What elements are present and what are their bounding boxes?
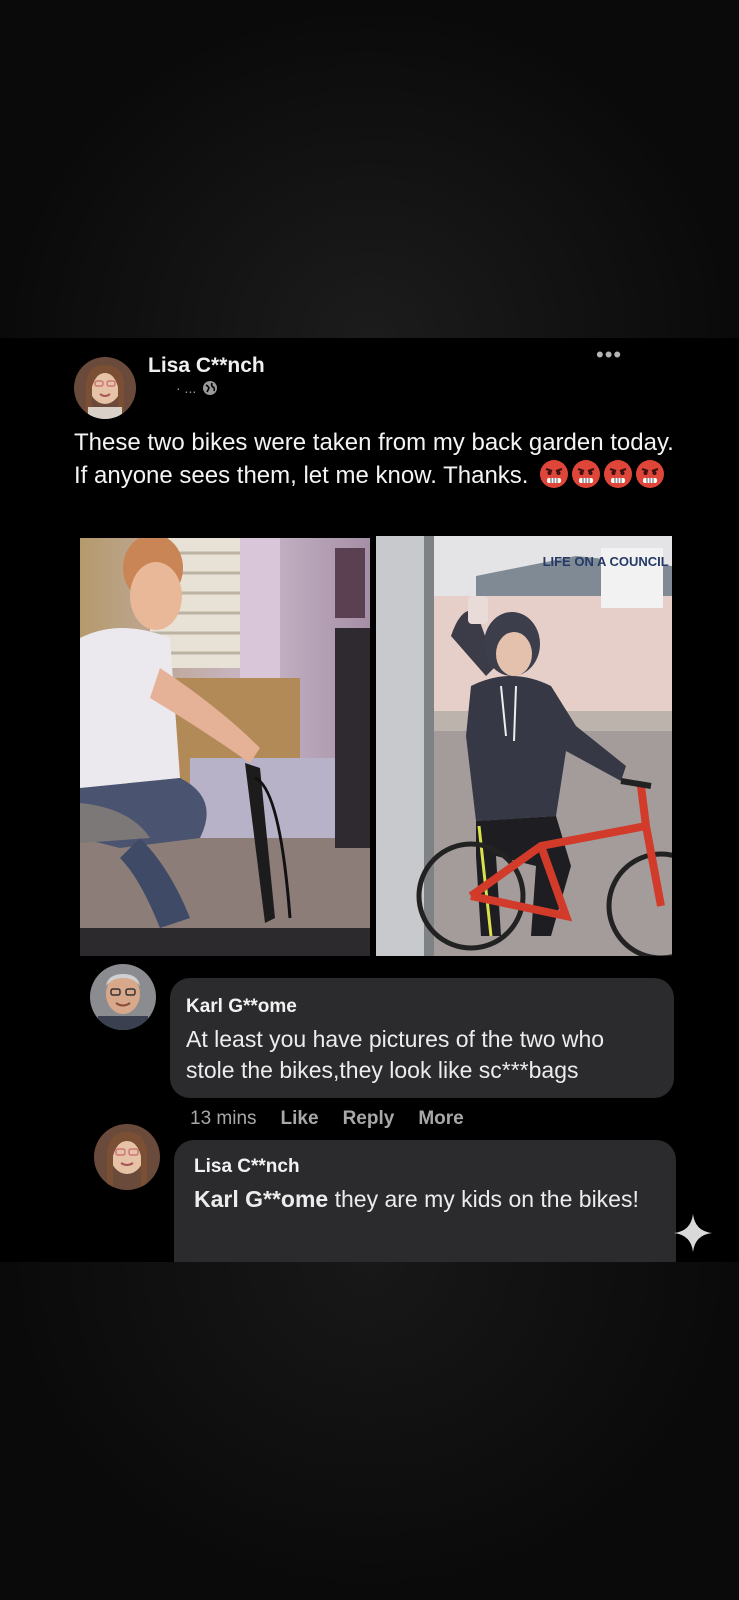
reply-text: Karl G**ome they are my kids on the bike…	[194, 1184, 654, 1215]
angry-face-icon	[604, 460, 633, 488]
angry-face-icon	[572, 460, 601, 488]
reply-avatar[interactable]	[94, 1124, 160, 1190]
watermark-text: LIFE ON A COUNCIL ESTATE	[543, 554, 672, 569]
reply-bubble: Lisa C**nch Karl G**ome they are my kids…	[174, 1140, 676, 1262]
like-button[interactable]: Like	[281, 1108, 319, 1130]
post-timestamp: · ...	[176, 380, 197, 396]
comment-text: At least you have pictures of the two wh…	[186, 1026, 605, 1083]
commenter-avatar[interactable]	[90, 964, 156, 1030]
screen-bottom-band	[0, 1262, 739, 1600]
more-options-icon[interactable]: •••	[596, 342, 622, 368]
more-button[interactable]: More	[418, 1108, 463, 1130]
avatar[interactable]	[74, 357, 136, 419]
reply-mention[interactable]: Karl G**ome	[194, 1186, 328, 1212]
sparkle-icon[interactable]	[672, 1212, 714, 1254]
angry-emoji-group	[539, 459, 665, 489]
reply-body: they are my kids on the bikes!	[328, 1186, 639, 1212]
post-meta: · ...	[176, 380, 218, 396]
facebook-post: Lisa C**nch · ... ••• These two bikes we…	[0, 338, 739, 1262]
post-photo-left[interactable]	[80, 538, 370, 956]
angry-face-icon	[636, 460, 665, 488]
comment-time: 13 mins	[190, 1108, 257, 1129]
angry-face-icon	[540, 460, 569, 488]
post-photo-right[interactable]: LIFE ON A COUNCIL ESTATE	[376, 536, 672, 956]
comment-author[interactable]: Karl G**ome	[186, 996, 297, 1018]
post-text: These two bikes were taken from my back …	[74, 426, 674, 492]
screen-top-band	[0, 0, 739, 338]
comment-bubble: Karl G**ome At least you have pictures o…	[170, 978, 674, 1098]
reply-button[interactable]: Reply	[343, 1108, 395, 1130]
comment-actions: 13 mins Like Reply More	[190, 1108, 464, 1130]
post-author-name[interactable]: Lisa C**nch	[148, 354, 265, 378]
reply-author[interactable]: Lisa C**nch	[194, 1156, 300, 1178]
globe-icon	[203, 381, 218, 395]
